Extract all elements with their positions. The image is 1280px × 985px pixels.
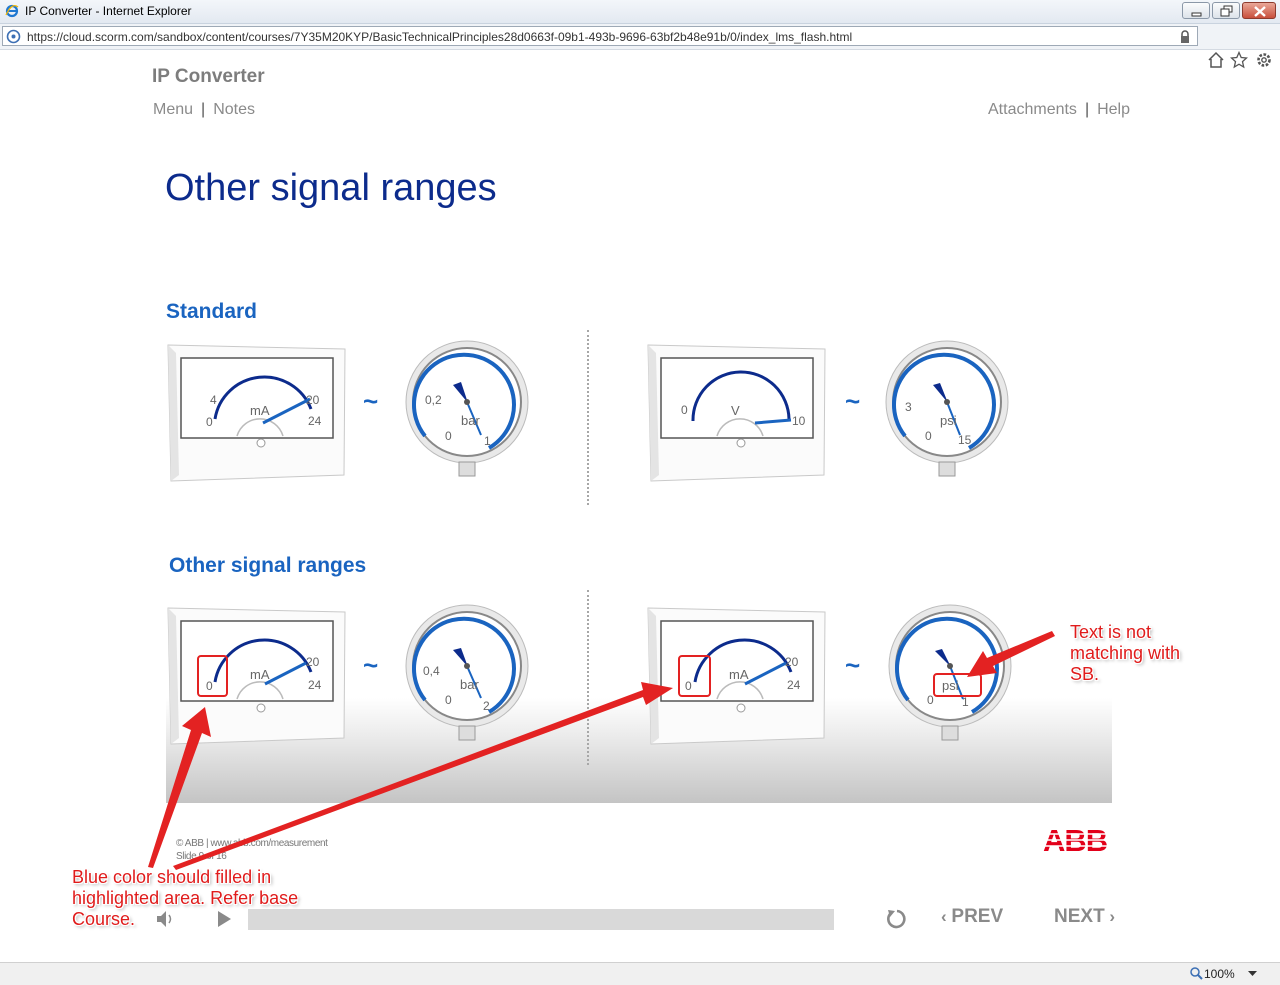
arrow-shape (967, 631, 1055, 677)
chevron-down-icon[interactable] (1248, 971, 1257, 977)
zoom-level[interactable]: 100% (1204, 967, 1235, 981)
callout-blue-fill: Blue color should filled in highlighted … (72, 867, 298, 930)
arrow-shape (148, 707, 211, 868)
callout-text-mismatch: Text is not matching with SB. (1070, 622, 1180, 685)
annotation-arrows (148, 631, 1055, 870)
callout-line: Text is not (1070, 622, 1152, 642)
arrow-shape (173, 682, 673, 870)
zoom-icon[interactable] (1190, 967, 1203, 980)
callout-line: SB. (1070, 664, 1100, 684)
status-bar: 100% (0, 962, 1280, 985)
callout-line: Blue color should filled in (72, 867, 272, 887)
callout-line: Course. (72, 909, 136, 929)
callout-line: matching with (1070, 643, 1181, 663)
callout-line: highlighted area. Refer base (72, 888, 299, 908)
